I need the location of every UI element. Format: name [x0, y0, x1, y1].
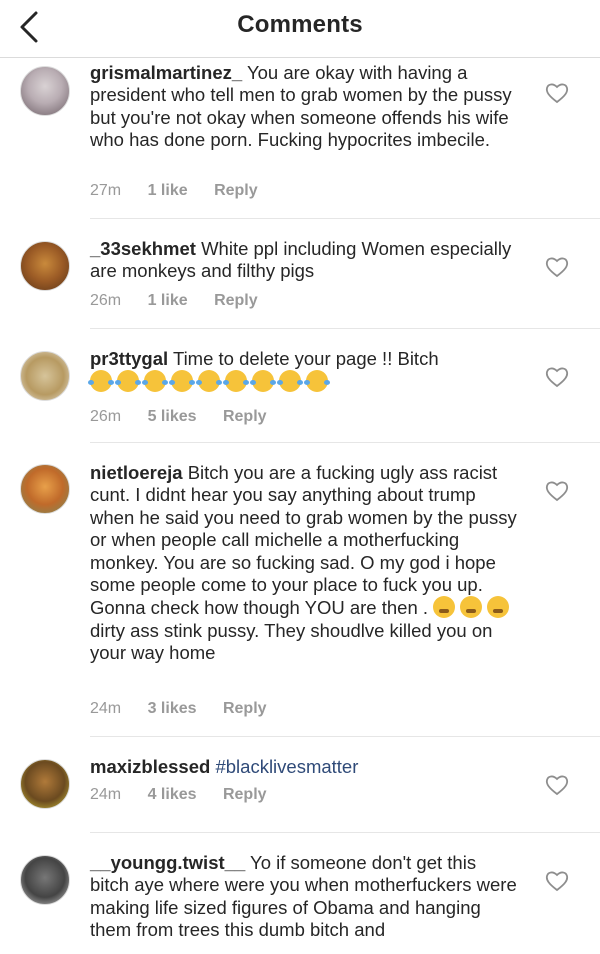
- comment-meta: 26m 5 likes Reply: [90, 408, 289, 426]
- comment-meta: 27m 1 like Reply: [90, 182, 280, 200]
- comment-likes[interactable]: 1 like: [148, 292, 188, 309]
- avatar[interactable]: [20, 241, 70, 291]
- tears-of-joy-emoji: [304, 370, 330, 393]
- heart-icon[interactable]: [545, 480, 569, 502]
- divider: [90, 218, 600, 219]
- comment-username[interactable]: grismalmartinez_: [90, 62, 242, 83]
- comment-likes[interactable]: 5 likes: [148, 408, 197, 425]
- tears-of-joy-emoji: [250, 370, 276, 393]
- tears-of-joy-emoji: [169, 370, 195, 393]
- comment-likes[interactable]: 1 like: [148, 182, 188, 199]
- heart-icon[interactable]: [545, 870, 569, 892]
- tears-of-joy-emoji: [115, 370, 141, 393]
- tears-of-joy-emoji: [277, 370, 303, 393]
- comment-username[interactable]: maxizblessed: [90, 756, 210, 777]
- comment-meta: 24m 4 likes Reply: [90, 786, 289, 804]
- sleeping-face-emoji: [487, 596, 510, 619]
- sleeping-face-emoji: [433, 596, 456, 619]
- comment-time: 24m: [90, 786, 122, 803]
- comment-text: grismalmartinez_ You are okay with havin…: [90, 62, 520, 152]
- comment-text: pr3ttygal Time to delete your page !! Bi…: [88, 348, 520, 394]
- comment-username[interactable]: pr3ttygal: [90, 348, 168, 369]
- emoji-row: [88, 370, 333, 393]
- reply-button[interactable]: Reply: [223, 408, 267, 425]
- comment-time: 26m: [90, 408, 122, 425]
- comment-meta: 26m 1 like Reply: [90, 292, 280, 310]
- reply-button[interactable]: Reply: [223, 786, 267, 803]
- header-bar: Comments: [0, 0, 600, 58]
- comment-text: maxizblessed #blacklivesmatter: [90, 756, 520, 778]
- emoji-row: [433, 596, 514, 619]
- avatar[interactable]: [20, 464, 70, 514]
- heart-icon[interactable]: [545, 82, 569, 104]
- divider: [90, 442, 600, 443]
- reply-button[interactable]: Reply: [214, 292, 258, 309]
- comment-text: _33sekhmet White ppl including Women esp…: [90, 238, 520, 283]
- tears-of-joy-emoji: [142, 370, 168, 393]
- sleeping-face-emoji: [460, 596, 483, 619]
- comment-time: 24m: [90, 700, 122, 717]
- comment-meta: 24m 3 likes Reply: [90, 700, 289, 718]
- comment-body: Bitch you are a fucking ugly ass racist …: [90, 462, 517, 619]
- comment-likes[interactable]: 3 likes: [148, 700, 197, 717]
- divider: [90, 328, 600, 329]
- avatar[interactable]: [20, 351, 70, 401]
- tears-of-joy-emoji: [88, 370, 114, 393]
- reply-button[interactable]: Reply: [214, 182, 258, 199]
- avatar[interactable]: [20, 855, 70, 905]
- comment-username[interactable]: nietloereja: [90, 462, 183, 483]
- heart-icon[interactable]: [545, 256, 569, 278]
- comment-username[interactable]: _33sekhmet: [90, 238, 196, 259]
- avatar[interactable]: [20, 66, 70, 116]
- comment-time: 27m: [90, 182, 122, 199]
- comment-username[interactable]: __youngg.twist__: [90, 852, 245, 873]
- comment-body: Time to delete your page !! Bitch: [172, 348, 439, 369]
- divider: [90, 736, 600, 737]
- comment-body-continued: dirty ass stink pussy. They shoudlve kil…: [90, 619, 493, 664]
- heart-icon[interactable]: [545, 366, 569, 388]
- comment-text: __youngg.twist__ Yo if someone don't get…: [90, 852, 520, 942]
- divider: [90, 832, 600, 833]
- reply-button[interactable]: Reply: [223, 700, 267, 717]
- comment-text: nietloereja Bitch you are a fucking ugly…: [90, 462, 520, 665]
- page-title: Comments: [237, 11, 363, 38]
- heart-icon[interactable]: [545, 774, 569, 796]
- hashtag-link[interactable]: #blacklivesmatter: [215, 756, 358, 777]
- comment-time: 26m: [90, 292, 122, 309]
- comment-likes[interactable]: 4 likes: [148, 786, 197, 803]
- avatar[interactable]: [20, 759, 70, 809]
- tears-of-joy-emoji: [196, 370, 222, 393]
- tears-of-joy-emoji: [223, 370, 249, 393]
